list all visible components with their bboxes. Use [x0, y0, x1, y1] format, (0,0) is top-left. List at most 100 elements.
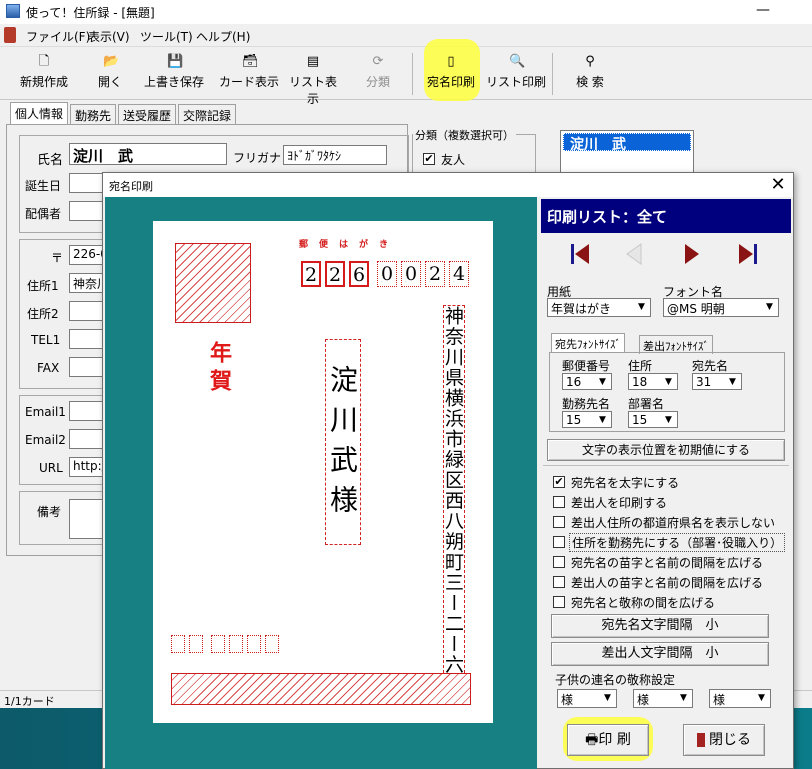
- category-group: 分類（複数選択可） ✔ 友人: [412, 127, 536, 174]
- sender-zip-boxes: [171, 635, 279, 655]
- size-company-select[interactable]: 15 ▼: [562, 411, 612, 428]
- address2-label: 住所2: [27, 307, 59, 321]
- first-icon: [571, 244, 589, 264]
- close-icon[interactable]: ✕: [763, 173, 793, 197]
- font-select[interactable]: @MS 明朝 ▼: [663, 298, 779, 317]
- card-view-button[interactable]: 🗃 カード表示: [218, 51, 280, 97]
- size-postal-select[interactable]: 16 ▼: [562, 373, 612, 390]
- sender-zip-box: [171, 635, 185, 653]
- size-address-label: 住所: [628, 359, 653, 373]
- zip-digit: 0: [401, 261, 421, 287]
- honorific-select-2[interactable]: 様 ▼: [633, 689, 693, 708]
- open-folder-icon: 📂: [103, 54, 120, 69]
- nenga-label: 年賀: [206, 341, 232, 397]
- address1-label: 住所1: [27, 279, 59, 293]
- tab-relations[interactable]: 交際記録: [178, 104, 237, 124]
- email1-label: Email1: [25, 405, 66, 419]
- first-record-button[interactable]: [565, 239, 595, 269]
- option-sender-spacing-checkbox[interactable]: [553, 576, 565, 588]
- save-button[interactable]: 💾 上書き保存: [142, 51, 206, 97]
- menu-tools[interactable]: ツール(T): [140, 28, 193, 45]
- name-list[interactable]: 淀川 武: [560, 130, 694, 174]
- menu-file[interactable]: ファイル(F): [26, 28, 90, 45]
- list-view-button[interactable]: ▤ リスト表示: [284, 51, 342, 107]
- name-list-item[interactable]: 淀川 武: [563, 133, 691, 153]
- sender-zip-box: [247, 635, 261, 653]
- card-icon: 🗃: [242, 54, 259, 69]
- size-company-label: 勤務先名: [562, 397, 611, 411]
- option-hide-prefecture-checkbox[interactable]: [553, 516, 565, 528]
- list-icon: ▤: [306, 54, 320, 69]
- option-name-spacing-checkbox[interactable]: [553, 556, 565, 568]
- category-friend-checkbox[interactable]: ✔: [423, 153, 435, 165]
- name-input[interactable]: 淀川 武: [69, 143, 227, 165]
- classify-icon: ⟳: [372, 54, 384, 69]
- option-bold-checkbox[interactable]: ✔: [553, 476, 565, 488]
- option-print-sender-checkbox[interactable]: [553, 496, 565, 508]
- size-dept-select[interactable]: 15 ▼: [628, 411, 678, 428]
- postcard-icon: ▯: [447, 54, 455, 69]
- url-label: URL: [39, 461, 63, 475]
- binoculars-icon: ⚲: [585, 54, 595, 69]
- chevron-down-icon: ▼: [599, 377, 606, 387]
- menu-help[interactable]: ヘルプ(H): [196, 28, 250, 45]
- options-group: ✔ 宛先名を太字にする 差出人を印刷する 差出人住所の都道府県名を表示しない 住…: [543, 465, 789, 610]
- zip-digit: 2: [301, 261, 321, 287]
- minimize-button[interactable]: —: [748, 2, 778, 20]
- chevron-down-icon: ▼: [665, 377, 672, 387]
- sender-zip-box: [189, 635, 203, 653]
- last-record-button[interactable]: [733, 239, 763, 269]
- open-button[interactable]: 📂 開く: [88, 51, 132, 97]
- name-label: 氏名: [37, 153, 64, 168]
- classify-button[interactable]: ⟳ 分類: [358, 51, 398, 97]
- tab-recipient-font-size[interactable]: 宛先ﾌｫﾝﾄｻｲｽﾞ: [551, 333, 625, 352]
- size-dept-label: 部署名: [628, 397, 665, 411]
- size-postal-label: 郵便番号: [562, 359, 611, 373]
- menu-bar: ファイル(F) 表示(V) ツール(T) ヘルプ(H): [0, 24, 812, 46]
- chevron-down-icon: ▼: [599, 415, 606, 425]
- furigana-label: フリガナ: [233, 151, 282, 165]
- close-button[interactable]: 閉じる: [683, 724, 765, 756]
- next-record-button[interactable]: [677, 239, 707, 269]
- chevron-down-icon: ▼: [729, 377, 736, 387]
- furigana-input[interactable]: ﾖﾄﾞｶﾞﾜﾀｹｼ: [283, 145, 387, 165]
- birthday-label: 誕生日: [25, 179, 62, 193]
- category-friend-label: 友人: [441, 153, 466, 167]
- fax-label: FAX: [37, 361, 60, 375]
- honorific-select-3[interactable]: 様 ▼: [709, 689, 771, 708]
- window-title: 使って！住所録 - [無題]: [26, 6, 155, 20]
- chevron-down-icon: ▼: [766, 302, 773, 312]
- tab-history[interactable]: 送受履歴: [118, 104, 177, 124]
- option-honorific-spacing-checkbox[interactable]: [553, 596, 565, 608]
- chevron-down-icon: ▼: [665, 415, 672, 425]
- document-icon: [4, 27, 16, 43]
- postal-label: 〒: [51, 251, 64, 265]
- print-button[interactable]: 🖶印 刷: [567, 724, 649, 756]
- zip-digit: 2: [425, 261, 445, 287]
- door-icon: [697, 733, 705, 747]
- size-address-select[interactable]: 18 ▼: [628, 373, 678, 390]
- menu-view[interactable]: 表示(V): [88, 28, 130, 45]
- tab-personal[interactable]: 個人情報: [10, 102, 69, 124]
- chevron-down-icon: ▼: [680, 693, 687, 703]
- option-print-sender-label: 差出人を印刷する: [571, 496, 668, 510]
- option-workplace-address-checkbox[interactable]: [553, 536, 565, 548]
- prev-record-button[interactable]: [619, 239, 649, 269]
- size-name-select[interactable]: 31 ▼: [692, 373, 742, 390]
- paper-select[interactable]: 年賀はがき ▼: [547, 298, 651, 317]
- list-print-button[interactable]: 🔍 リスト印刷: [486, 51, 546, 97]
- sender-spacing-button[interactable]: 差出人文字間隔 小: [551, 642, 769, 666]
- address-print-button[interactable]: ▯ 宛名印刷: [422, 51, 480, 97]
- name-spacing-button[interactable]: 宛先名文字間隔 小: [551, 614, 769, 638]
- honorific-select-1[interactable]: 様 ▼: [557, 689, 617, 708]
- zip-digit: 4: [449, 261, 469, 287]
- new-button[interactable]: 🗋 新規作成: [14, 51, 74, 97]
- search-button[interactable]: ⚲ 検 索: [568, 51, 612, 97]
- window-titlebar: 使って！住所録 - [無題] —: [0, 0, 812, 24]
- tab-workplace[interactable]: 勤務先: [70, 104, 117, 124]
- child-honorific-label: 子供の連名の敬称設定: [555, 673, 676, 687]
- save-icon: 💾: [167, 54, 184, 69]
- toolbar: 🗋 新規作成 📂 開く 💾 上書き保存 🗃 カード表示 ▤ リスト表示 ⟳ 分類…: [0, 39, 812, 107]
- toolbar-separator: [552, 53, 553, 95]
- reset-position-button[interactable]: 文字の表示位置を初期値にする: [547, 439, 785, 461]
